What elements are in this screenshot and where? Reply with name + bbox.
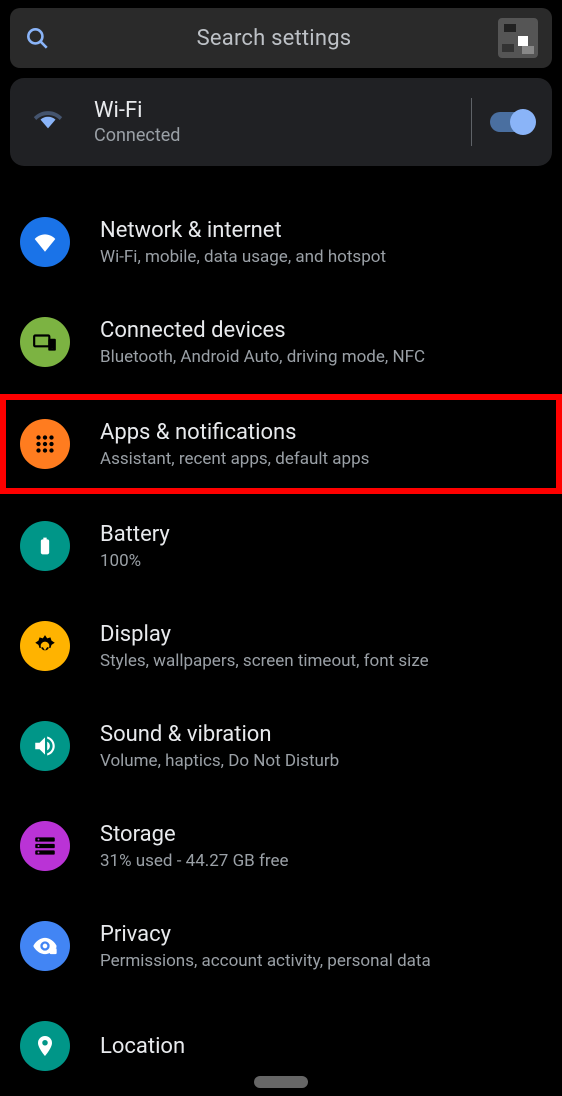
storage-icon (20, 821, 70, 871)
settings-list: Network & internet Wi-Fi, mobile, data us… (0, 192, 562, 1096)
item-text: Privacy Permissions, account activity, pe… (100, 922, 542, 971)
item-title: Battery (100, 522, 542, 547)
privacy-icon (20, 921, 70, 971)
devices-icon (20, 317, 70, 367)
item-text: Storage 31% used - 44.27 GB free (100, 822, 542, 871)
wifi-text: Wi-Fi Connected (94, 98, 463, 146)
wifi-toggle[interactable] (490, 112, 534, 132)
display-icon (20, 621, 70, 671)
search-bar[interactable]: Search settings (10, 8, 552, 68)
settings-item-connected-devices[interactable]: Connected devices Bluetooth, Android Auto… (0, 292, 562, 392)
item-title: Display (100, 622, 542, 647)
item-text: Location (100, 1034, 542, 1059)
settings-item-display[interactable]: Display Styles, wallpapers, screen timeou… (0, 596, 562, 696)
settings-item-network-internet[interactable]: Network & internet Wi-Fi, mobile, data us… (0, 192, 562, 292)
item-title: Network & internet (100, 218, 542, 243)
nav-pill[interactable] (254, 1076, 308, 1088)
item-title: Privacy (100, 922, 542, 947)
item-subtitle: Volume, haptics, Do Not Disturb (100, 751, 542, 771)
wifi-icon (28, 105, 68, 139)
wifi-icon (20, 217, 70, 267)
wifi-status: Connected (94, 125, 463, 146)
apps-icon (20, 419, 70, 469)
item-subtitle: 31% used - 44.27 GB free (100, 851, 542, 871)
item-text: Connected devices Bluetooth, Android Auto… (100, 318, 542, 367)
item-title: Apps & notifications (100, 420, 542, 445)
item-text: Sound & vibration Volume, haptics, Do Not… (100, 722, 542, 771)
settings-item-apps-notifications[interactable]: Apps & notifications Assistant, recent ap… (0, 394, 562, 494)
item-title: Storage (100, 822, 542, 847)
search-placeholder: Search settings (50, 26, 498, 51)
settings-item-privacy[interactable]: Privacy Permissions, account activity, pe… (0, 896, 562, 996)
account-avatar[interactable] (498, 18, 538, 58)
settings-item-battery[interactable]: Battery 100% (0, 496, 562, 596)
sound-icon (20, 721, 70, 771)
item-text: Apps & notifications Assistant, recent ap… (100, 420, 542, 469)
item-subtitle: 100% (100, 551, 542, 571)
item-text: Battery 100% (100, 522, 542, 571)
item-subtitle: Styles, wallpapers, screen timeout, font… (100, 651, 542, 671)
item-title: Connected devices (100, 318, 542, 343)
wifi-quick-card[interactable]: Wi-Fi Connected (10, 78, 552, 166)
search-icon (24, 25, 50, 51)
item-subtitle: Assistant, recent apps, default apps (100, 449, 542, 469)
divider (471, 98, 472, 146)
item-subtitle: Bluetooth, Android Auto, driving mode, N… (100, 347, 542, 367)
item-title: Location (100, 1034, 542, 1059)
location-icon (20, 1021, 70, 1071)
item-text: Display Styles, wallpapers, screen timeou… (100, 622, 542, 671)
battery-icon (20, 521, 70, 571)
settings-item-sound-vibration[interactable]: Sound & vibration Volume, haptics, Do Not… (0, 696, 562, 796)
item-text: Network & internet Wi-Fi, mobile, data us… (100, 218, 542, 267)
item-subtitle: Permissions, account activity, personal … (100, 951, 542, 971)
item-title: Sound & vibration (100, 722, 542, 747)
settings-item-storage[interactable]: Storage 31% used - 44.27 GB free (0, 796, 562, 896)
item-subtitle: Wi-Fi, mobile, data usage, and hotspot (100, 247, 542, 267)
wifi-title: Wi-Fi (94, 98, 463, 123)
